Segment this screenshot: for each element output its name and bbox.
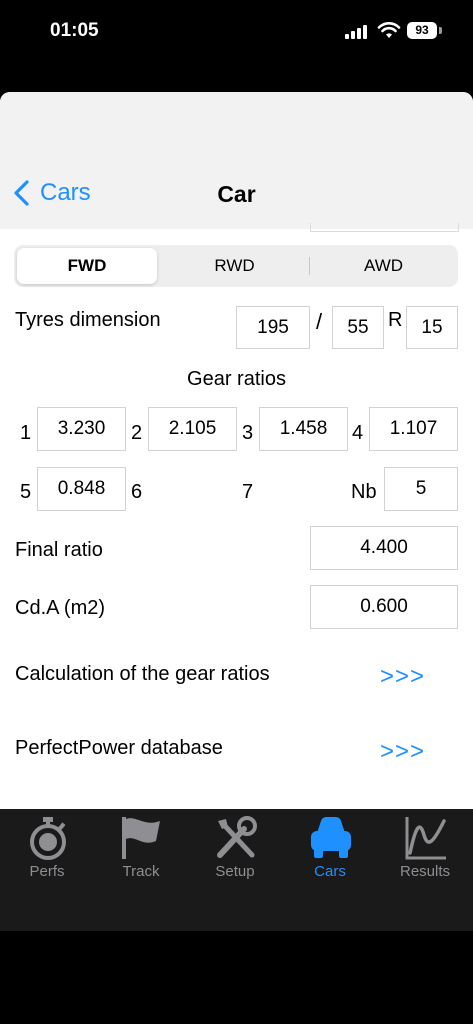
car-form: FWD RWD AWD Tyres dimension 195 / 55 R 1… xyxy=(0,223,473,809)
gear-ratios-title: Gear ratios xyxy=(187,368,286,390)
status-time: 01:05 xyxy=(50,20,99,41)
segment-fwd[interactable]: FWD xyxy=(17,248,157,284)
gear-5-label: 5 xyxy=(20,481,32,503)
sheet: Cars Car FWD RWD AWD Tyres dimension 195… xyxy=(0,92,473,931)
segment-rwd[interactable]: RWD xyxy=(162,248,307,284)
drive-segmented-control: FWD RWD AWD xyxy=(14,245,458,287)
tyre-slash: / xyxy=(316,309,323,334)
tab-track-label: Track xyxy=(122,863,160,880)
tab-track[interactable]: Track xyxy=(96,809,186,889)
cellular-signal-icon xyxy=(345,25,369,39)
tyre-aspect-field[interactable]: 55 xyxy=(332,306,384,349)
tab-bar: Perfs Track Setup Cars Results xyxy=(0,809,473,931)
tyre-rim-field[interactable]: 15 xyxy=(406,306,458,349)
tab-results[interactable]: Results xyxy=(380,809,470,889)
gear-6-label: 6 xyxy=(131,481,143,503)
gear-calculation-label[interactable]: Calculation of the gear ratios xyxy=(15,663,270,686)
tab-setup-label: Setup xyxy=(215,863,255,880)
final-ratio-field[interactable]: 4.400 xyxy=(310,526,458,570)
navigation-bar: Cars Car xyxy=(0,92,473,230)
scrolled-field-fragment xyxy=(310,223,459,232)
tab-setup[interactable]: Setup xyxy=(190,809,280,889)
tab-cars[interactable]: Cars xyxy=(285,809,375,889)
segment-divider xyxy=(309,257,310,275)
gear-count-field[interactable]: 5 xyxy=(384,467,458,511)
battery-icon: 93 xyxy=(407,22,437,39)
tab-results-label: Results xyxy=(399,863,451,880)
status-bar: 01:05 93 xyxy=(0,0,473,92)
gear-7-label: 7 xyxy=(242,481,254,503)
cda-label: Cd.A (m2) xyxy=(15,597,106,619)
perfectpower-database-label[interactable]: PerfectPower database xyxy=(15,737,223,760)
tab-perfs-label: Perfs xyxy=(29,863,65,880)
gear-3-field[interactable]: 1.458 xyxy=(259,407,348,451)
cda-field[interactable]: 0.600 xyxy=(310,585,458,629)
gear-count-label: Nb xyxy=(351,481,377,503)
gear-4-field[interactable]: 1.107 xyxy=(369,407,458,451)
tyre-width-field[interactable]: 195 xyxy=(236,306,310,349)
gear-3-label: 3 xyxy=(242,422,254,444)
page-title: Car xyxy=(217,181,256,207)
tools-icon xyxy=(217,816,257,858)
tyre-r-label: R xyxy=(388,309,403,331)
gear-2-field[interactable]: 2.105 xyxy=(148,407,237,451)
tab-cars-label: Cars xyxy=(314,863,346,880)
tyres-label: Tyres dimension xyxy=(15,309,161,331)
flag-icon xyxy=(122,817,160,859)
tab-perfs[interactable]: Perfs xyxy=(2,809,92,889)
stopwatch-icon xyxy=(30,817,66,860)
gear-calculation-arrow[interactable]: >>> xyxy=(380,663,425,691)
wifi-icon xyxy=(377,22,401,38)
final-ratio-label: Final ratio xyxy=(15,539,103,561)
gear-2-label: 2 xyxy=(131,422,143,444)
gear-1-label: 1 xyxy=(20,422,32,444)
chart-icon xyxy=(405,817,446,860)
battery-tip xyxy=(439,27,442,34)
perfectpower-database-arrow[interactable]: >>> xyxy=(380,738,425,766)
gear-1-field[interactable]: 3.230 xyxy=(37,407,126,451)
segment-awd[interactable]: AWD xyxy=(312,248,455,284)
gear-4-label: 4 xyxy=(352,422,364,444)
gear-5-field[interactable]: 0.848 xyxy=(37,467,126,511)
car-icon xyxy=(311,817,351,858)
